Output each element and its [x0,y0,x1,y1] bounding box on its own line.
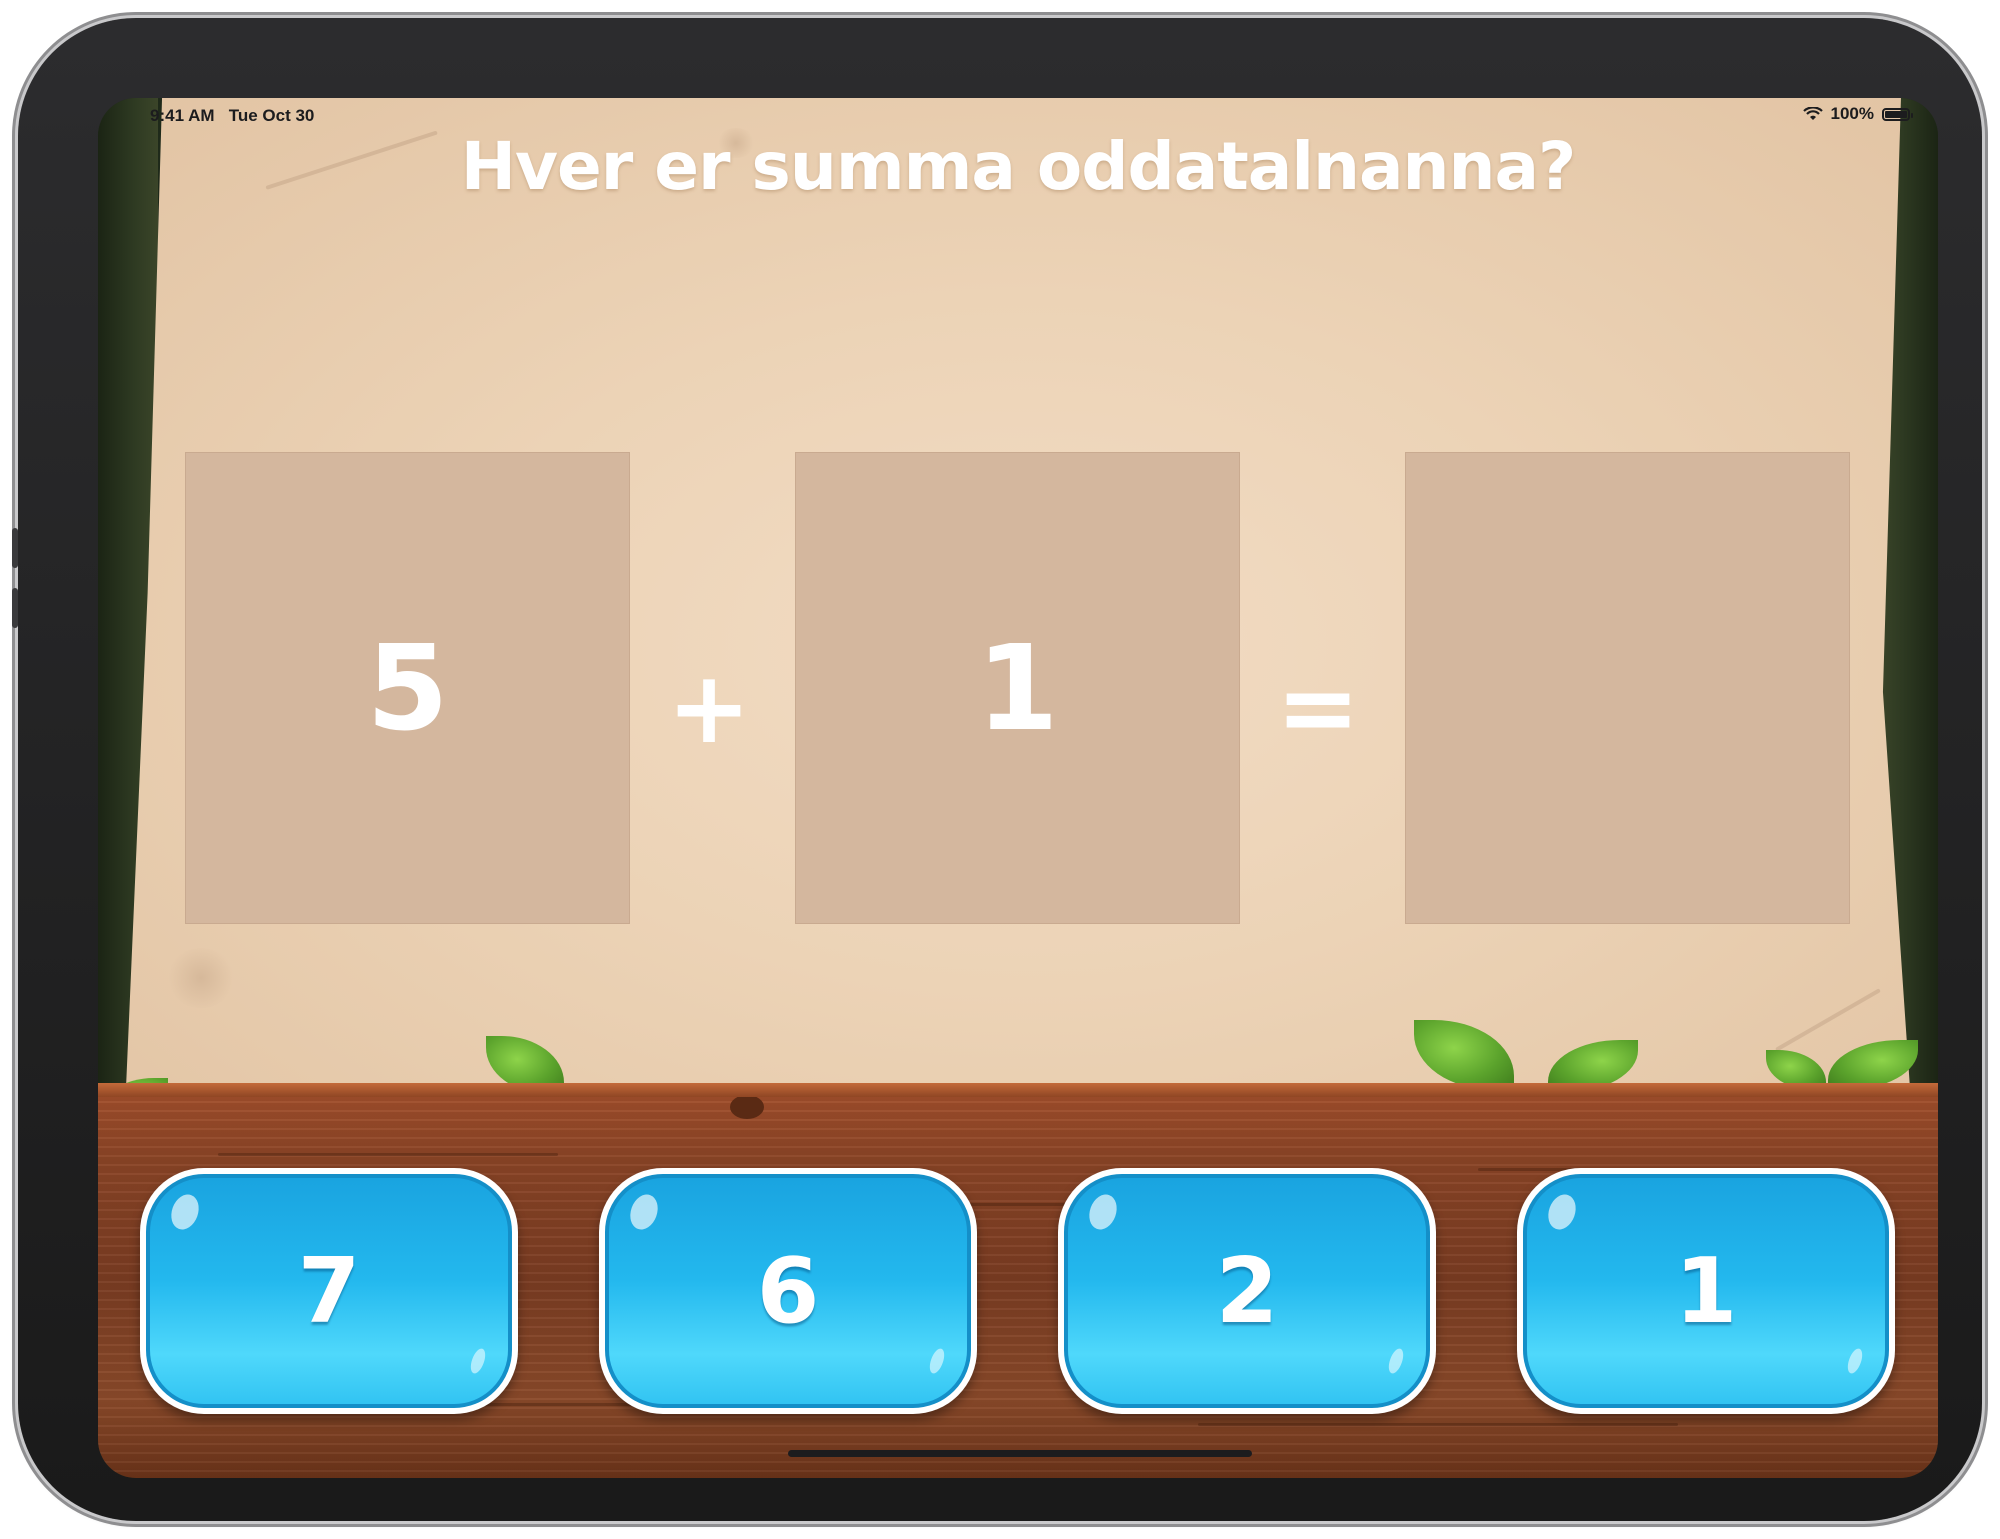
question-title: Hver er summa oddatalnanna? [460,128,1577,205]
status-bar-clock: 9:41 AM Tue Oct 30 [150,106,314,126]
answer-label: 6 [756,1238,820,1344]
operand-box-left: 5 [185,452,630,924]
plank-edge [98,1083,1938,1097]
volume-up-button [12,528,18,568]
operand-right: 1 [976,619,1059,757]
wood-grain [1198,1423,1678,1426]
wifi-icon [1802,107,1823,120]
status-date: Tue Oct 30 [228,106,315,125]
battery-icon [1882,107,1913,121]
operand-left: 5 [366,619,449,757]
answer-button-4[interactable]: 1 [1517,1168,1895,1414]
wood-knot [730,1095,764,1119]
equals-sign: = [1276,649,1360,766]
answer-button-1[interactable]: 7 [140,1168,518,1414]
answer-button-3[interactable]: 2 [1058,1168,1436,1414]
answer-button-face[interactable]: 2 [1064,1174,1430,1408]
ipad-frame: 9:41 AM Tue Oct 30 100% Hver er summa od… [12,18,1982,1521]
home-indicator[interactable] [788,1450,1252,1457]
answer-button-face[interactable]: 7 [146,1174,512,1408]
volume-down-button [12,588,18,628]
status-time: 9:41 AM [150,106,215,125]
answer-label: 7 [297,1238,361,1344]
scratch-mark [1775,988,1881,1052]
answer-label: 1 [1674,1238,1738,1344]
plus-sign: + [667,649,751,766]
answer-button-face[interactable]: 6 [605,1174,971,1408]
app-screen: 9:41 AM Tue Oct 30 100% Hver er summa od… [98,98,1938,1478]
answer-label: 2 [1215,1238,1279,1344]
status-bar-right: 100% [1802,104,1913,124]
wood-grain [218,1153,558,1156]
operand-box-right: 1 [795,452,1240,924]
answer-drop-box[interactable] [1405,452,1850,924]
dent-mark [166,948,236,1008]
battery-percent: 100% [1830,104,1874,123]
answer-button-face[interactable]: 1 [1523,1174,1889,1408]
answer-button-2[interactable]: 6 [599,1168,977,1414]
